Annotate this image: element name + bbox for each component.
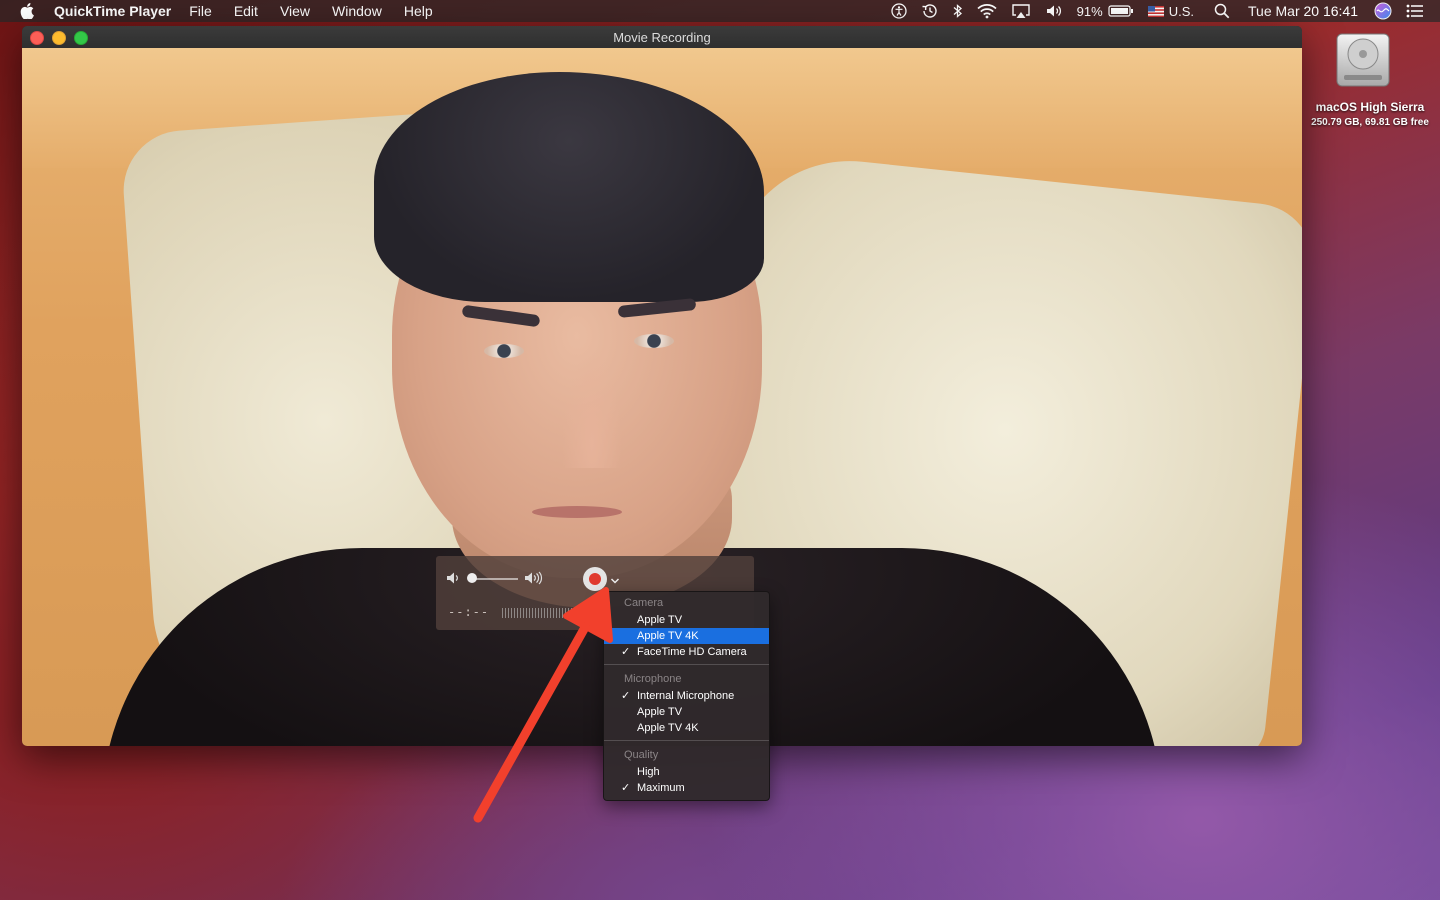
- volume-icon[interactable]: [1045, 3, 1063, 19]
- window-title: Movie Recording: [613, 29, 711, 45]
- window-titlebar[interactable]: Movie Recording: [22, 26, 1302, 49]
- disk-name-label: macOS High Sierra: [1315, 100, 1425, 114]
- hard-disk-icon[interactable]: [1334, 30, 1392, 90]
- input-source-label[interactable]: U.S.: [1169, 4, 1194, 19]
- recording-options-menu: Camera Apple TV Apple TV 4K ✓ FaceTime H…: [603, 591, 770, 801]
- checkmark-icon: ✓: [621, 690, 631, 702]
- quality-option-label: High: [637, 766, 660, 778]
- menu-separator: [604, 664, 769, 665]
- mic-option-label: Apple TV: [637, 706, 683, 718]
- recording-time: --:--: [448, 605, 490, 619]
- disk-info-label: 250.79 GB, 69.81 GB free: [1311, 117, 1429, 128]
- volume-slider-track[interactable]: [470, 578, 518, 580]
- app-name-menu[interactable]: QuickTime Player: [54, 3, 171, 19]
- spotlight-search-icon[interactable]: [1214, 3, 1230, 19]
- traffic-lights: [30, 31, 88, 45]
- accessibility-icon[interactable]: [891, 3, 907, 19]
- audio-level-meter: [502, 608, 582, 618]
- quality-option-high[interactable]: High: [604, 764, 769, 780]
- siri-icon[interactable]: [1374, 2, 1392, 20]
- menu-window[interactable]: Window: [332, 3, 382, 19]
- menu-view[interactable]: View: [280, 3, 310, 19]
- menu-separator: [604, 740, 769, 741]
- mic-option-apple-tv-4k[interactable]: Apple TV 4K: [604, 720, 769, 736]
- battery-percent[interactable]: 91%: [1077, 4, 1103, 19]
- menu-edit[interactable]: Edit: [234, 3, 258, 19]
- mic-option-apple-tv[interactable]: Apple TV: [604, 704, 769, 720]
- quality-option-label: Maximum: [637, 782, 685, 794]
- airplay-icon[interactable]: [1011, 3, 1031, 19]
- quality-option-maximum[interactable]: ✓ Maximum: [604, 780, 769, 796]
- nose: [562, 348, 622, 468]
- camera-option-label: FaceTime HD Camera: [637, 646, 747, 658]
- notification-center-icon[interactable]: [1406, 4, 1424, 18]
- record-dot-icon: [589, 573, 601, 585]
- camera-section-header: Camera: [624, 597, 664, 609]
- status-menus: 91% U.S. Tue Mar 20 16:41: [877, 0, 1440, 22]
- wifi-icon[interactable]: [977, 3, 997, 19]
- mic-option-label: Internal Microphone: [637, 690, 735, 702]
- close-button[interactable]: [30, 31, 44, 45]
- us-flag-icon[interactable]: [1147, 5, 1164, 17]
- menu-help[interactable]: Help: [404, 3, 433, 19]
- menu-file[interactable]: File: [189, 3, 212, 19]
- quality-section-header: Quality: [624, 749, 659, 761]
- options-chevron-icon[interactable]: [610, 572, 620, 590]
- battery-icon[interactable]: [1108, 4, 1134, 18]
- checkmark-icon: ✓: [621, 782, 631, 794]
- minimize-button[interactable]: [52, 31, 66, 45]
- volume-low-icon: [446, 571, 462, 590]
- camera-option-apple-tv[interactable]: Apple TV: [604, 612, 769, 628]
- mouth: [532, 506, 622, 518]
- apple-menu-icon[interactable]: [18, 2, 36, 20]
- volume-slider-knob[interactable]: [467, 573, 477, 583]
- menu-clock[interactable]: Tue Mar 20 16:41: [1248, 3, 1358, 19]
- left-eye: [484, 344, 524, 358]
- microphone-section-header: Microphone: [624, 673, 682, 685]
- camera-option-label: Apple TV: [637, 614, 683, 626]
- time-machine-icon[interactable]: [921, 3, 939, 19]
- mic-option-internal[interactable]: ✓ Internal Microphone: [604, 688, 769, 704]
- record-button[interactable]: [583, 567, 607, 591]
- camera-option-apple-tv-4k[interactable]: Apple TV 4K: [604, 628, 769, 644]
- camera-option-facetime-hd[interactable]: ✓ FaceTime HD Camera: [604, 644, 769, 660]
- mic-option-label: Apple TV 4K: [637, 722, 699, 734]
- volume-high-icon: [524, 571, 546, 590]
- menu-bar: QuickTime Player File Edit View Window H…: [0, 0, 1440, 22]
- bluetooth-icon[interactable]: [953, 3, 963, 19]
- camera-option-label: Apple TV 4K: [637, 630, 699, 642]
- right-eye: [634, 334, 674, 348]
- zoom-button[interactable]: [74, 31, 88, 45]
- checkmark-icon: ✓: [621, 646, 631, 658]
